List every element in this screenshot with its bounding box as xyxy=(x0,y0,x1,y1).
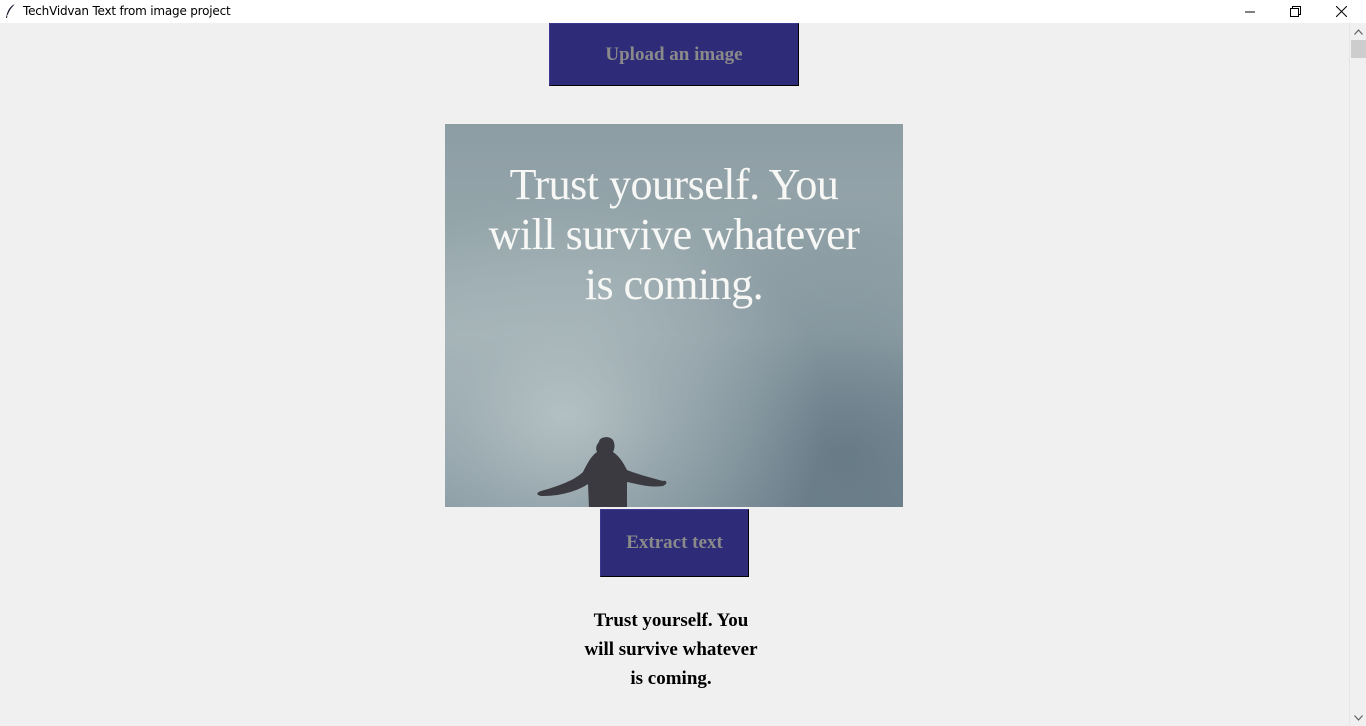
window-title: TechVidvan Text from image project xyxy=(23,4,231,18)
close-button[interactable] xyxy=(1318,0,1364,23)
minimize-icon xyxy=(1245,11,1255,12)
extracted-text-line: will survive whatever xyxy=(584,639,758,660)
minimize-button[interactable] xyxy=(1227,0,1273,23)
chevron-up-icon xyxy=(1354,28,1363,35)
image-quote-text: Trust yourself. You will survive whateve… xyxy=(445,160,903,310)
scroll-thumb[interactable] xyxy=(1351,40,1366,58)
restore-button[interactable] xyxy=(1272,0,1318,23)
scroll-up-button[interactable] xyxy=(1350,23,1366,40)
extracted-text: Trust yourself. You will survive whateve… xyxy=(521,606,821,693)
image-quote-line: is coming. xyxy=(584,260,764,309)
extracted-text-line: Trust yourself. You xyxy=(593,610,749,631)
uploaded-image: Trust yourself. You will survive whateve… xyxy=(445,124,903,507)
feather-icon xyxy=(6,3,16,18)
main-window: Upload an image Trust yourself. You will… xyxy=(0,23,1349,726)
close-icon xyxy=(1335,6,1347,17)
vertical-scrollbar[interactable] xyxy=(1349,23,1366,726)
extracted-text-line: is coming. xyxy=(630,668,712,689)
person-silhouette xyxy=(537,437,667,507)
title-bar: TechVidvan Text from image project xyxy=(0,0,1366,23)
image-quote-line: Trust yourself. You xyxy=(509,160,839,209)
upload-image-button[interactable]: Upload an image xyxy=(549,23,799,86)
chevron-down-icon xyxy=(1354,714,1363,721)
restore-icon xyxy=(1289,6,1301,17)
extract-text-button[interactable]: Extract text xyxy=(600,509,749,577)
image-quote-line: will survive whatever xyxy=(488,210,860,259)
scroll-down-button[interactable] xyxy=(1350,709,1366,726)
